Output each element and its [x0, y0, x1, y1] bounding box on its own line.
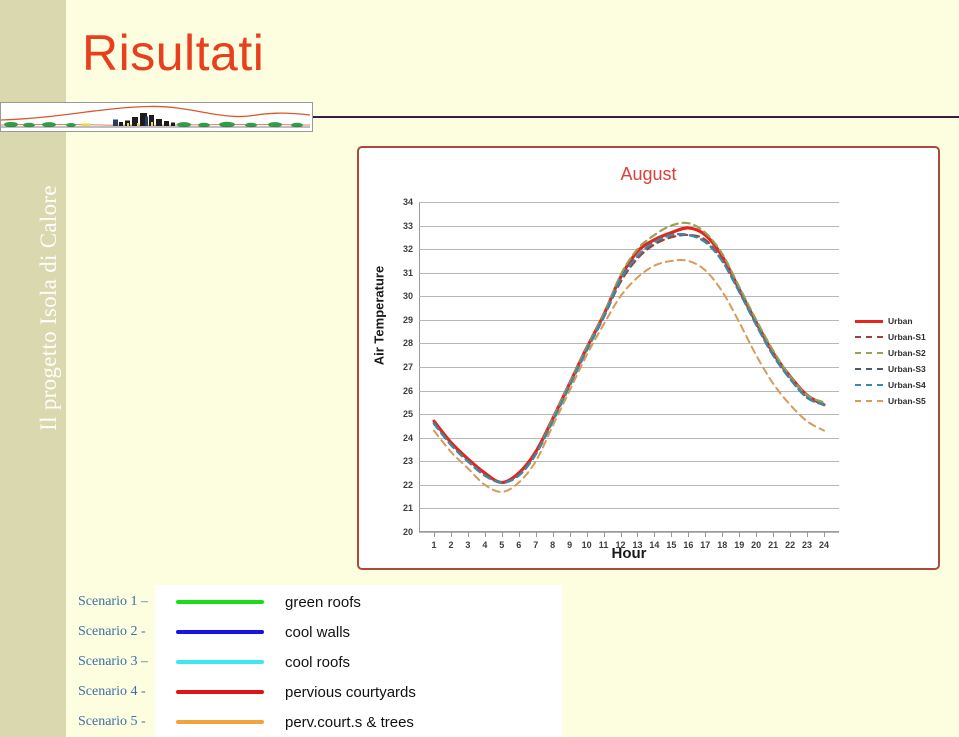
sidebar-title: Il progetto Isola di Calore — [36, 185, 61, 431]
series-lines — [432, 221, 826, 493]
x-axis-tick-mark — [450, 532, 452, 537]
scenario-color-swatch-icon — [155, 720, 285, 724]
legend-label: Urban-S2 — [888, 348, 926, 358]
y-axis-tick-label: 21 — [402, 503, 413, 514]
scenario-description: green roofs — [285, 593, 361, 611]
series-line-urban-s2 — [432, 221, 826, 484]
scenario-color-swatch-icon — [155, 690, 285, 694]
series-line-urban-s3 — [432, 232, 826, 484]
x-axis-tick-mark — [569, 532, 571, 537]
x-axis-tick-mark — [671, 532, 673, 537]
scenario-color-swatch-icon — [155, 600, 285, 604]
scenario-description: pervious courtyards — [285, 683, 416, 701]
legend-label: Urban-S3 — [888, 364, 926, 374]
x-axis-tick-mark — [654, 532, 656, 537]
scenario-name: Scenario 3 – — [78, 654, 148, 669]
y-axis-tick-label: 20 — [402, 527, 413, 537]
y-axis-tick-label: 32 — [402, 244, 413, 255]
scenario-legend: Scenario 1 – green roofs Scenario 2 - cool … — [66, 585, 562, 737]
chart-legend-item[interactable]: Urban-S1 — [855, 332, 926, 342]
scenario-row: Scenario 1 – green roofs — [66, 587, 562, 617]
city-skyline-banner-icon — [0, 102, 313, 132]
y-axis-tick-label: 29 — [402, 314, 413, 325]
y-axis-tick-label: 22 — [402, 479, 413, 490]
x-axis-tick-mark — [773, 532, 775, 537]
chart-title: August — [620, 164, 677, 184]
legend-label: Urban-S5 — [888, 396, 926, 406]
x-axis-tick-mark — [756, 532, 758, 537]
scenario-color-swatch-icon — [155, 660, 285, 664]
legend-label: Urban — [888, 316, 913, 326]
scenario-name: Scenario 2 - — [78, 624, 146, 639]
x-axis-tick-mark — [824, 532, 825, 537]
scenario-description: perv.court.s & trees — [285, 713, 414, 731]
x-axis-tick-mark — [637, 532, 639, 537]
legend-swatch-icon — [855, 397, 883, 406]
y-axis-tick-label: 26 — [402, 385, 413, 396]
y-axis-tick-label: 28 — [402, 338, 413, 349]
chart-legend-item[interactable]: Urban-S4 — [855, 380, 926, 390]
x-axis-tick-mark — [705, 532, 707, 537]
legend-swatch-icon — [855, 349, 883, 358]
x-axis-tick-mark — [434, 532, 435, 537]
x-axis-label: Hour — [611, 545, 647, 562]
y-axis-tick-label: 31 — [402, 267, 413, 278]
legend-label: Urban-S1 — [888, 332, 926, 342]
y-axis-tick-label: 24 — [402, 432, 413, 443]
scenario-description: cool walls — [285, 623, 351, 641]
x-axis-tick-mark — [722, 532, 724, 537]
scenario-color-swatch-icon — [155, 630, 285, 634]
scenario-row: Scenario 3 – cool roofs — [66, 647, 562, 677]
series-line-urban-s5 — [433, 259, 825, 493]
y-axis-label: Air Temperature — [371, 265, 387, 366]
scenario-row: Scenario 4 - pervious courtyards — [66, 677, 562, 707]
x-axis-tick-mark — [739, 532, 741, 537]
x-axis-tick-mark — [603, 532, 605, 537]
series-line-urban-s1 — [432, 233, 826, 484]
scenario-row: Scenario 5 - perv.court.s & trees — [66, 707, 562, 737]
y-axis-tick-label: 23 — [402, 456, 413, 467]
x-axis-tick-mark — [552, 532, 554, 537]
y-axis-tick-label: 25 — [402, 409, 413, 420]
scenario-name: Scenario 1 – — [78, 594, 148, 609]
x-axis-tick-mark — [688, 532, 690, 537]
y-axis-tick-label: 27 — [402, 362, 413, 372]
header-divider — [310, 116, 959, 118]
scenario-name: Scenario 4 - — [78, 684, 146, 699]
scenario-description: cool roofs — [285, 653, 351, 671]
chart-legend-item[interactable]: Urban — [855, 316, 926, 326]
chart-panel: August Air Temperature 34 33 32 31 30 29 28 27 2… — [357, 146, 940, 570]
chart-legend-item[interactable]: Urban-S5 — [855, 396, 926, 406]
x-axis-tick-mark — [535, 532, 537, 537]
y-axis-tick-label: 34 — [402, 197, 413, 207]
legend-label: Urban-S4 — [888, 380, 926, 390]
chart-legend-item[interactable]: Urban-S2 — [855, 348, 926, 358]
x-axis-tick-mark — [467, 532, 469, 537]
chart-legend: Urban Urban-S1 Urban-S2 Urban-S3 Urban-S4 Urb… — [855, 316, 926, 406]
x-axis-tick-mark — [790, 532, 792, 537]
x-axis-tick-mark — [807, 532, 809, 537]
y-axis-tick-label: 33 — [402, 220, 413, 231]
series-line-urban-s4 — [432, 233, 826, 484]
x-axis-tick-mark — [484, 532, 486, 537]
legend-swatch-icon — [855, 365, 883, 374]
plot-area: 34 33 32 31 30 29 28 27 26 25 24 23 22 21 20 123456789… — [403, 197, 839, 550]
scenario-row: Scenario 2 - cool walls — [66, 617, 562, 647]
gridline — [419, 532, 839, 533]
x-axis-tick-mark — [620, 532, 622, 537]
scenario-name: Scenario 5 - — [78, 714, 146, 729]
y-axis-tick-label: 30 — [402, 291, 413, 302]
x-axis-tick-mark — [518, 532, 520, 537]
page-title: Risultati — [82, 25, 265, 81]
x-axis-tick-mark — [501, 532, 503, 537]
x-axis-tick-mark — [586, 532, 588, 537]
legend-swatch-icon — [855, 333, 883, 342]
legend-swatch-icon — [855, 381, 883, 390]
chart-legend-item[interactable]: Urban-S3 — [855, 364, 926, 374]
legend-swatch-icon — [855, 317, 883, 326]
